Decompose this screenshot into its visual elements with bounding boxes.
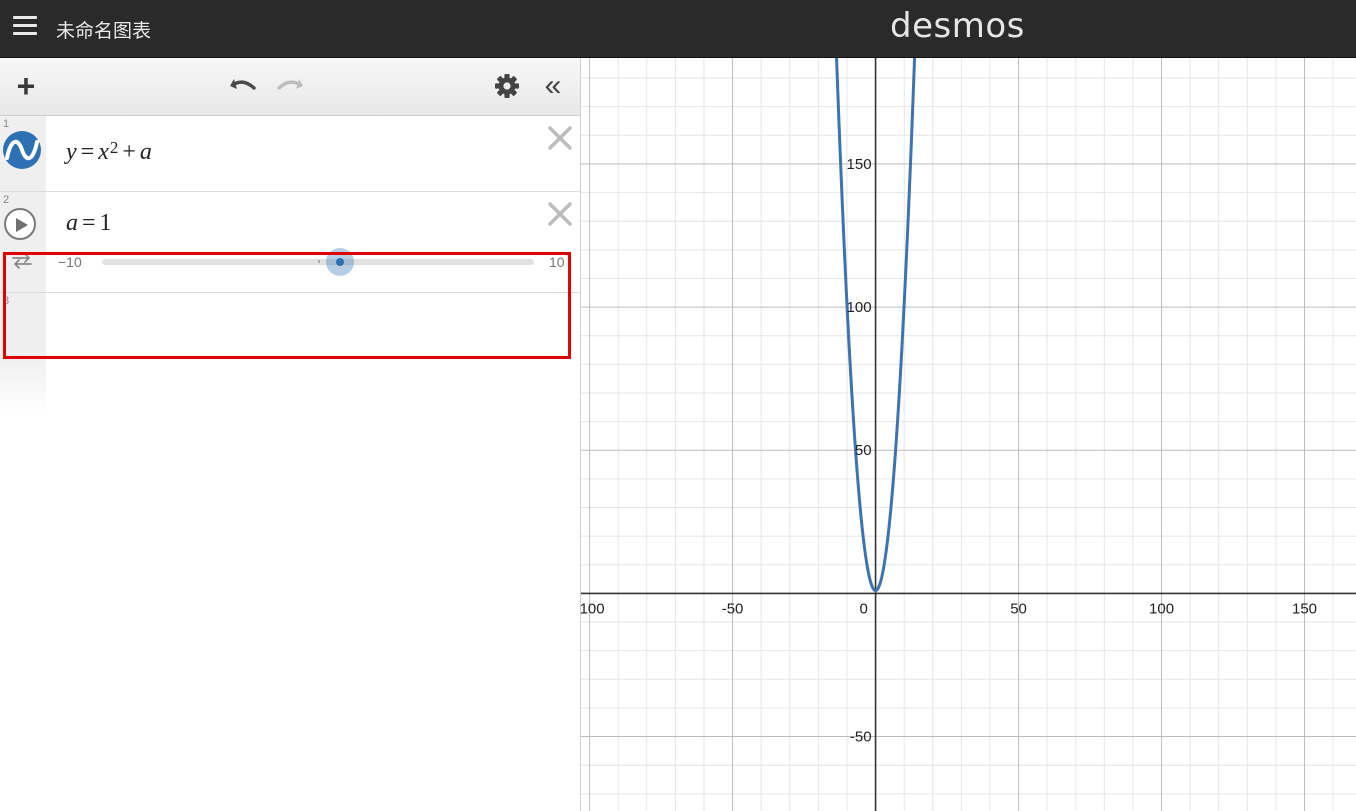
graph-canvas[interactable]: -100 -50 0 50 100 150 150 100 50 -50 — [581, 58, 1356, 811]
y-tick-label: 100 — [847, 299, 872, 316]
graph-title[interactable]: 未命名图表 — [56, 16, 151, 43]
x-tick-label: -50 — [722, 600, 744, 617]
row-number: 3 — [3, 295, 10, 307]
expression-panel: + « 1 y = x2 + a 2 a = 1 −10 10 3 — [0, 58, 581, 811]
math-lhs: a — [66, 210, 78, 236]
slider-handle-dot — [336, 258, 344, 266]
x-tick-label: 150 — [1292, 600, 1317, 617]
math-param: a — [139, 139, 152, 165]
math-equals: = — [80, 139, 95, 165]
delete-expression-2-icon[interactable] — [546, 200, 574, 228]
math-exponent: 2 — [109, 138, 119, 157]
desmos-logo: desmos — [890, 6, 1025, 46]
graph-paper[interactable]: -100 -50 0 50 100 150 150 100 50 -50 — [581, 58, 1356, 811]
y-tick-label: -50 — [850, 729, 872, 746]
top-bar: 未命名图表 desmos — [0, 0, 1356, 58]
slider-zero-tick — [318, 260, 320, 263]
expression-row-2[interactable]: 2 a = 1 −10 10 — [0, 192, 580, 293]
y-tick-label: 50 — [855, 442, 872, 459]
math-base: x — [98, 139, 109, 165]
delete-expression-1-icon[interactable] — [546, 124, 574, 152]
play-slider-button[interactable] — [4, 208, 36, 240]
curve-color-icon[interactable] — [3, 131, 41, 169]
redo-icon[interactable] — [273, 70, 307, 102]
math-rhs: 1 — [99, 210, 112, 236]
expression-toolbar: + « — [0, 58, 580, 116]
menu-icon[interactable] — [13, 16, 37, 38]
expression-row-1[interactable]: 1 y = x2 + a — [0, 116, 580, 192]
collapse-panel-button[interactable]: « — [536, 70, 570, 102]
math-lhs: y — [66, 139, 77, 165]
expression-row-3[interactable]: 3 — [0, 293, 580, 353]
expression-1-math[interactable]: y = x2 + a — [66, 138, 152, 166]
math-equals: = — [82, 210, 96, 236]
add-item-button[interactable]: + — [10, 70, 42, 102]
undo-icon[interactable] — [226, 70, 260, 102]
gear-icon[interactable] — [492, 70, 522, 102]
row-number: 2 — [3, 194, 10, 206]
slider-max-label[interactable]: 10 — [549, 254, 565, 270]
x-tick-label: 0 — [860, 600, 868, 617]
x-tick-label: -100 — [581, 600, 605, 617]
loop-mode-icon[interactable] — [11, 252, 33, 270]
x-tick-label: 100 — [1149, 600, 1174, 617]
row-number: 1 — [3, 118, 10, 130]
slider-min-label[interactable]: −10 — [58, 254, 82, 270]
y-tick-label: 150 — [847, 156, 872, 173]
expression-2-math[interactable]: a = 1 — [66, 210, 112, 237]
math-plus: + — [122, 139, 136, 165]
x-tick-label: 50 — [1010, 600, 1027, 617]
